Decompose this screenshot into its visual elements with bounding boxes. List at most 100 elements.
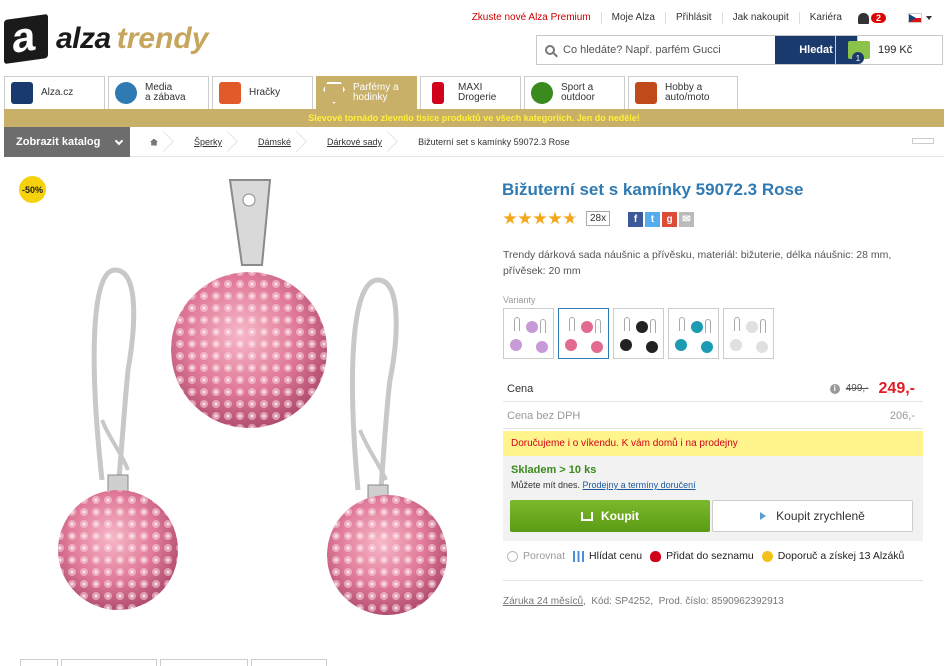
price-row: Cena i 499,- 249,- xyxy=(503,376,923,402)
header: alza trendy Zkuste nové Alza Premium Moj… xyxy=(0,0,946,76)
star-icon xyxy=(503,211,517,225)
tab-sport[interactable]: Sport a outdoor xyxy=(524,76,625,109)
home-icon xyxy=(150,138,158,146)
alza-logo-icon xyxy=(4,13,48,65)
breadcrumb-bar: Zobrazit katalog Šperky Dámské Dárkové s… xyxy=(4,127,944,157)
search-input[interactable] xyxy=(563,36,775,64)
gallery-tab[interactable] xyxy=(251,659,327,666)
language-selector[interactable] xyxy=(908,13,932,23)
variants-label: Varianty xyxy=(503,295,536,305)
rating[interactable]: 28x xyxy=(503,211,611,226)
login-link[interactable]: Přihlásit xyxy=(666,12,723,24)
divider xyxy=(503,580,923,581)
watch-price-button[interactable]: Hlídat cenu xyxy=(573,550,642,562)
gallery-tab[interactable] xyxy=(20,659,58,666)
product-title: Bižuterní set s kamínky 59072.3 Rose xyxy=(502,180,804,199)
variant-thumbnail[interactable] xyxy=(723,308,774,359)
breadcrumb-item[interactable]: Dárkové sady xyxy=(307,127,398,157)
premium-link[interactable]: Zkuste nové Alza Premium xyxy=(472,12,602,24)
facebook-icon[interactable]: f xyxy=(628,212,643,227)
tab-media[interactable]: Media a zábava xyxy=(108,76,209,109)
warranty-link[interactable]: Záruka 24 měsíců xyxy=(503,596,583,607)
bike-icon xyxy=(531,82,553,104)
product-codes: Záruka 24 měsíců, Kód: SP4252, Prod. čís… xyxy=(503,596,784,607)
tab-perfumes[interactable]: Parfémy a hodinky xyxy=(316,76,417,109)
add-to-list-button[interactable]: Přidat do seznamu xyxy=(650,550,754,562)
catalog-button-label: Zobrazit katalog xyxy=(16,136,101,148)
delivery-terms-link[interactable]: Prodejny a termíny doručení xyxy=(583,480,696,490)
bell-icon xyxy=(857,12,869,24)
info-icon[interactable]: i xyxy=(829,383,840,394)
review-count[interactable]: 28x xyxy=(586,211,611,226)
laptop-icon xyxy=(11,82,33,104)
delivery-note: Doručujeme i o víkendu. K vám domů i na … xyxy=(503,431,923,456)
gallery-tab[interactable] xyxy=(61,659,157,666)
compare-button[interactable]: Porovnat xyxy=(507,550,565,562)
heart-icon xyxy=(650,550,662,562)
product-number: Prod. číslo: 8590962392913 xyxy=(658,596,784,607)
drill-icon xyxy=(635,82,657,104)
variant-thumbnail[interactable] xyxy=(668,308,719,359)
stock-status[interactable]: Skladem > 10 ks xyxy=(511,464,596,476)
smiley-icon xyxy=(761,550,773,562)
gallery-tabs xyxy=(20,659,330,666)
tab-alza[interactable]: Alza.cz xyxy=(4,76,105,109)
product-image[interactable] xyxy=(30,170,500,620)
career-link[interactable]: Kariéra xyxy=(800,12,852,24)
google-plus-icon[interactable]: g xyxy=(662,212,677,227)
dots-icon[interactable] xyxy=(912,138,934,144)
stock-availability: Můžete mít dnes. Prodejny a termíny doru… xyxy=(511,480,696,490)
breadcrumb-current: Bižuterní set s kamínky 59072.3 Rose xyxy=(398,127,586,157)
how-to-buy-link[interactable]: Jak nakoupit xyxy=(723,12,800,24)
tab-label: Alza.cz xyxy=(41,87,74,98)
tab-label: Hračky xyxy=(249,87,281,98)
variant-thumbnail[interactable] xyxy=(503,308,554,359)
fast-forward-icon xyxy=(760,512,767,520)
notifications-button[interactable]: 2 xyxy=(857,12,886,24)
buy-button-label: Koupit xyxy=(601,509,639,523)
show-catalog-button[interactable]: Zobrazit katalog xyxy=(4,127,130,157)
product-description: Trendy dárková sada náušnic a přívěsku, … xyxy=(503,249,892,277)
tab-label-2: a zábava xyxy=(145,92,186,103)
robot-icon xyxy=(219,82,241,104)
old-price: 499,- xyxy=(845,383,869,394)
compare-icon xyxy=(507,550,518,562)
alza-trendy-logo[interactable]: alza trendy xyxy=(4,13,244,65)
product-code: Kód: SP4252 xyxy=(591,596,651,607)
star-icon xyxy=(533,211,547,225)
variant-thumbnail[interactable] xyxy=(558,308,609,359)
breadcrumb-home[interactable] xyxy=(130,127,174,157)
cart-count-badge: 1 xyxy=(852,52,864,64)
variant-thumbnail[interactable] xyxy=(613,308,664,359)
gallery-tab[interactable] xyxy=(160,659,248,666)
play-icon xyxy=(115,82,137,104)
tab-hobby[interactable]: Hobby a auto/moto xyxy=(628,76,738,109)
tab-label-2: outdoor xyxy=(561,92,595,103)
tab-label-2: Drogerie xyxy=(458,92,497,103)
cart-total: 199 Kč xyxy=(878,44,913,56)
breadcrumb-item[interactable]: Dámské xyxy=(238,127,307,157)
price-no-vat: 206,- xyxy=(889,409,915,422)
share-buttons: f t g ✉ xyxy=(628,212,696,227)
top-links: Zkuste nové Alza Premium Moje Alza Přihl… xyxy=(472,12,932,24)
twitter-icon[interactable]: t xyxy=(645,212,660,227)
diamond-icon xyxy=(323,82,345,104)
tab-label-2: auto/moto xyxy=(665,92,710,103)
breadcrumb-item[interactable]: Šperky xyxy=(174,127,238,157)
buy-button[interactable]: Koupit xyxy=(510,500,710,532)
cart-button[interactable]: 1 199 Kč xyxy=(835,35,943,65)
breadcrumb: Šperky Dámské Dárkové sady Bižuterní set… xyxy=(130,127,586,157)
promo-banner[interactable]: Slevové tornádo zlevnilo tisíce produktů… xyxy=(4,109,944,127)
mail-icon[interactable]: ✉ xyxy=(679,212,694,227)
tab-toys[interactable]: Hračky xyxy=(212,76,313,109)
my-alza-link[interactable]: Moje Alza xyxy=(602,12,666,24)
price-no-vat-row: Cena bez DPH 206,- xyxy=(503,403,923,429)
fast-buy-button[interactable]: Koupit zrychleně xyxy=(712,500,913,532)
basket-icon: 1 xyxy=(848,41,870,64)
availability-text: Můžete mít dnes. xyxy=(511,480,581,490)
recommend-label: Doporuč a získej 13 Alzáků xyxy=(777,550,905,562)
tab-drugstore[interactable]: MAXI Drogerie xyxy=(420,76,521,109)
add-to-list-label: Přidat do seznamu xyxy=(666,550,754,562)
product-actions: Porovnat Hlídat cenu Přidat do seznamu D… xyxy=(507,550,912,562)
recommend-button[interactable]: Doporuč a získej 13 Alzáků xyxy=(761,550,905,562)
